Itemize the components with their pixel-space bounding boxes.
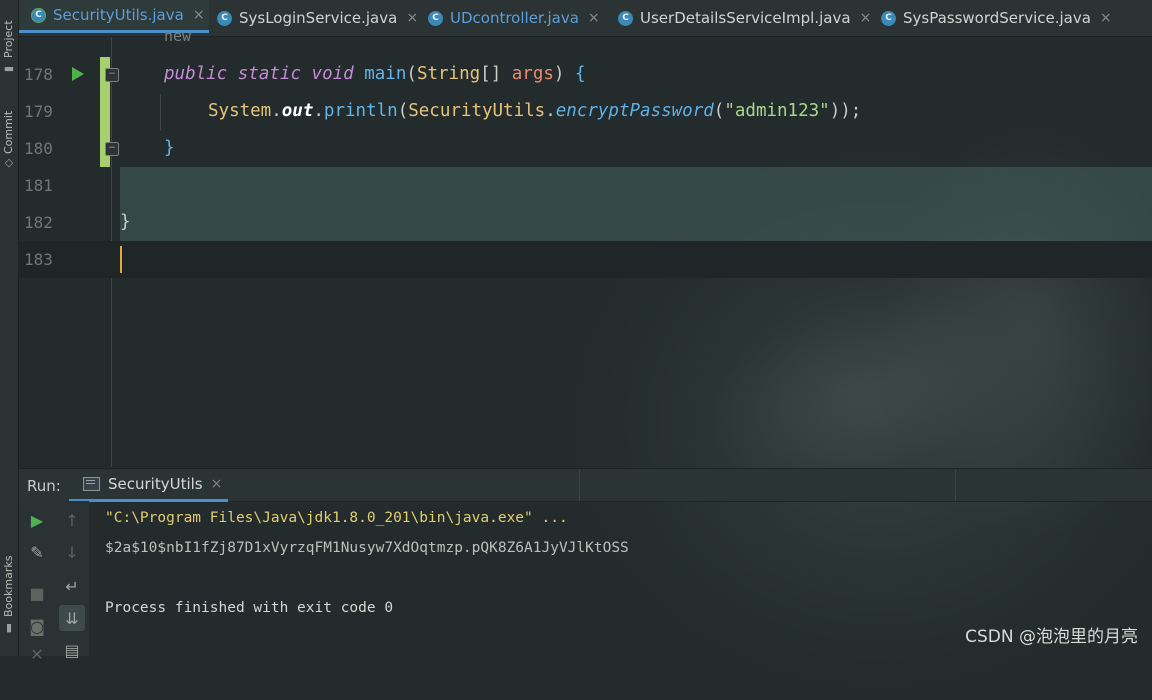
project-tool-button[interactable]: Project bbox=[0, 2, 18, 58]
class-icon: C bbox=[31, 7, 46, 23]
code-text: } bbox=[164, 138, 175, 158]
line-number: 180 bbox=[24, 139, 53, 158]
inlay-hint: new bbox=[164, 27, 192, 45]
soft-wrap-icon[interactable]: ↵ bbox=[59, 573, 85, 599]
stop-icon[interactable]: ■ bbox=[24, 580, 50, 606]
console-line: Process finished with exit code 0 bbox=[105, 600, 394, 616]
line-number: 183 bbox=[24, 250, 53, 269]
line-number: 178 bbox=[24, 65, 53, 84]
run-icon[interactable]: ▶ bbox=[24, 507, 50, 533]
console-icon bbox=[83, 477, 100, 491]
run-gutter-icon[interactable] bbox=[72, 67, 84, 81]
code-line-183[interactable]: 183 bbox=[19, 241, 1152, 278]
run-toolbar: ▶ ↑ ✎ ↓ ■ ↵ ◙ ⇊ ✕ ▤ bbox=[19, 501, 89, 664]
folder-icon[interactable]: ▬ bbox=[3, 63, 15, 74]
close-icon[interactable]: × bbox=[1100, 10, 1112, 26]
run-panel-header: Run: SecurityUtils × bbox=[19, 468, 1152, 502]
console-line: $2a$10$nbI1fZj87D1xVyrzqFM1Nusyw7XdOqtmz… bbox=[105, 540, 629, 556]
camera-icon[interactable]: ◙ bbox=[24, 613, 50, 639]
tab-label: SecurityUtils.java bbox=[53, 6, 184, 24]
csdn-watermark: CSDN @泡泡里的月亮 bbox=[965, 627, 1138, 647]
run-tab-label: SecurityUtils bbox=[108, 475, 203, 493]
commit-icon[interactable]: ◇ bbox=[3, 157, 15, 168]
tab-udcontroller[interactable]: C UDcontroller.java × bbox=[428, 0, 600, 36]
code-text: public static void main(String[] args) { bbox=[164, 64, 586, 84]
tab-label: UDcontroller.java bbox=[450, 9, 579, 27]
print-icon[interactable]: ▤ bbox=[59, 637, 85, 663]
code-line-179[interactable]: 179 System.out.println(SecurityUtils.enc… bbox=[19, 93, 1152, 130]
code-editor[interactable]: new 178 − public static void main(String… bbox=[19, 27, 1152, 467]
code-line-182[interactable]: 182 } bbox=[19, 204, 1152, 241]
class-icon: C bbox=[217, 10, 232, 26]
commit-tool-button[interactable]: Commit bbox=[0, 98, 18, 154]
scroll-to-end-icon[interactable]: ⇊ bbox=[59, 605, 85, 631]
code-text: } bbox=[120, 212, 131, 232]
text-caret bbox=[120, 246, 122, 273]
tab-userdetailsserviceimpl[interactable]: C UserDetailsServiceImpl.java × bbox=[618, 0, 871, 36]
line-number: 182 bbox=[24, 213, 53, 232]
line-number: 179 bbox=[24, 102, 53, 121]
code-line-181[interactable]: 181 bbox=[19, 167, 119, 204]
run-tab-securityutils[interactable]: SecurityUtils × bbox=[69, 469, 229, 502]
bookmark-icon[interactable]: ▮ bbox=[3, 622, 15, 633]
bookmarks-tool-button[interactable]: Bookmarks bbox=[0, 545, 18, 617]
fold-icon[interactable]: − bbox=[105, 142, 119, 156]
code-line-180[interactable]: 180 − } bbox=[19, 130, 1152, 167]
code-line-178[interactable]: 178 − public static void main(String[] a… bbox=[19, 56, 1152, 93]
class-icon: C bbox=[618, 10, 633, 26]
selection-highlight bbox=[120, 167, 1152, 204]
fold-icon[interactable]: − bbox=[105, 68, 119, 82]
console-line: "C:\Program Files\Java\jdk1.8.0_201\bin\… bbox=[105, 510, 568, 526]
close-icon[interactable]: × bbox=[588, 10, 600, 26]
close-icon[interactable]: × bbox=[406, 10, 418, 26]
run-panel-title: Run: bbox=[27, 477, 61, 495]
up-arrow-icon[interactable]: ↑ bbox=[59, 507, 85, 533]
close-icon[interactable]: ✕ bbox=[24, 641, 50, 667]
line-number: 181 bbox=[24, 176, 53, 195]
tab-syspasswordservice[interactable]: C SysPasswordService.java × bbox=[881, 0, 1112, 36]
tab-label: UserDetailsServiceImpl.java bbox=[640, 9, 851, 27]
class-icon: C bbox=[881, 10, 896, 26]
tab-sysloginservice[interactable]: C SysLoginService.java × bbox=[217, 0, 418, 36]
tab-label: SysLoginService.java bbox=[239, 9, 398, 27]
close-icon[interactable]: × bbox=[193, 7, 205, 23]
header-divider bbox=[579, 469, 580, 501]
class-icon: C bbox=[428, 10, 443, 26]
down-arrow-icon[interactable]: ↓ bbox=[59, 539, 85, 565]
tab-label: SysPasswordService.java bbox=[903, 9, 1091, 27]
code-text: System.out.println(SecurityUtils.encrypt… bbox=[208, 101, 862, 121]
close-icon[interactable]: × bbox=[860, 10, 872, 26]
wrench-icon[interactable]: ✎ bbox=[24, 539, 50, 565]
close-icon[interactable]: × bbox=[211, 476, 223, 492]
header-divider bbox=[955, 469, 956, 501]
left-tool-strip: Project ▬ Commit ◇ Bookmarks ▮ bbox=[0, 0, 19, 656]
